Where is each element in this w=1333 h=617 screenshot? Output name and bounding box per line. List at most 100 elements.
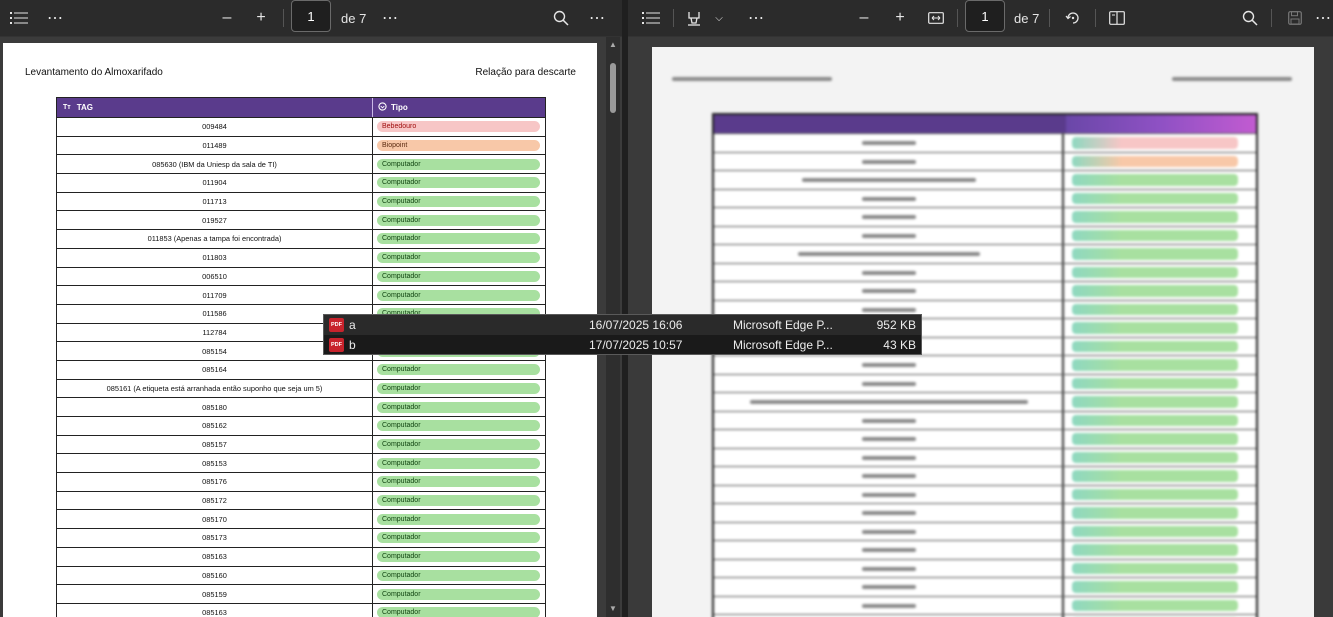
- chevron-down-icon[interactable]: ⌵: [712, 0, 726, 36]
- preview-row: [714, 225, 1256, 244]
- table-header: Tт TAG Tipo: [57, 98, 545, 117]
- tipo-badge: Computador: [377, 382, 540, 394]
- tag-cell: 085180: [57, 398, 373, 416]
- preview-row: [714, 466, 1256, 485]
- tipo-cell: Computador: [373, 510, 545, 528]
- pdf-file-icon: PDF: [329, 318, 344, 332]
- tag-cell: 085162: [57, 417, 373, 435]
- table-row: 011709 Computador: [57, 285, 545, 304]
- tipo-cell: Computador: [373, 193, 545, 211]
- tag-cell: 011709: [57, 286, 373, 304]
- right-pdf-viewer: ⌵ ⋯ – + 1 de 7 ⋯: [628, 0, 1333, 617]
- table-row: 011713 Computador: [57, 191, 545, 211]
- preview-row: [714, 503, 1256, 522]
- tag-cell: 011489: [57, 136, 373, 155]
- scroll-down-arrow-icon[interactable]: ▼: [608, 604, 618, 613]
- page-total-label: de 7: [1014, 10, 1040, 26]
- tipo-badge: Computador: [377, 177, 540, 189]
- table-row: 085164 Computador: [57, 359, 545, 379]
- page-number-input[interactable]: 1: [291, 0, 331, 32]
- file-type: Microsoft Edge P...: [733, 338, 833, 352]
- rotate-icon[interactable]: [1062, 0, 1084, 36]
- table-row: 019527 Computador: [57, 210, 545, 230]
- highlighter-icon[interactable]: [683, 0, 705, 36]
- table-row: 011853 (Apenas a tampa foi encontrada) Co…: [57, 229, 545, 248]
- toolbar-divider: [957, 9, 958, 27]
- search-icon[interactable]: [1239, 0, 1261, 36]
- preview-row: [714, 429, 1256, 448]
- file-list-popup: PDF a 16/07/2025 16:06 Microsoft Edge P... 9…: [323, 314, 922, 355]
- table-body: 009484 Bebedouro 011489 Biopoint 085630 (IBM…: [57, 117, 545, 617]
- tag-cell: 085164: [57, 360, 373, 379]
- tipo-badge: Biopoint: [377, 140, 540, 152]
- tipo-cell: Computador: [373, 604, 545, 617]
- tipo-badge: Computador: [377, 495, 540, 507]
- tipo-cell: Computador: [373, 155, 545, 173]
- tipo-cell: Computador: [373, 286, 545, 304]
- table-row: 009484 Bebedouro: [57, 117, 545, 136]
- table-row: 011803 Computador: [57, 247, 545, 267]
- toolbar-divider: [673, 9, 674, 27]
- file-list-item[interactable]: PDF a 16/07/2025 16:06 Microsoft Edge P... 9…: [324, 315, 921, 335]
- tag-cell: 085159: [57, 585, 373, 603]
- tipo-badge: Computador: [377, 513, 540, 525]
- tipo-cell: Computador: [373, 417, 545, 435]
- inventory-table: Tт TAG Tipo 009484 Bebedouro 011489 Biopoin…: [56, 97, 546, 617]
- table-row: 085180 Computador: [57, 397, 545, 416]
- zoom-in-button[interactable]: +: [251, 0, 271, 36]
- tipo-badge: Computador: [377, 439, 540, 451]
- tipo-badge: Computador: [377, 551, 540, 563]
- table-row: 006510 Computador: [57, 266, 545, 286]
- table-row: 085172 Computador: [57, 490, 545, 510]
- select-type-icon: [378, 102, 387, 113]
- preview-row: [714, 133, 1256, 152]
- file-list-item[interactable]: PDF b 17/07/2025 10:57 Microsoft Edge P... 4…: [324, 335, 921, 355]
- fit-width-icon[interactable]: [925, 0, 947, 36]
- preview-row: [714, 281, 1256, 300]
- tipo-cell: Computador: [373, 473, 545, 491]
- settings-more-icon[interactable]: ⋯: [586, 0, 608, 36]
- column-header-tipo-label: Tipo: [391, 103, 408, 112]
- preview-row: [714, 151, 1256, 170]
- preview-row: [714, 373, 1256, 392]
- preview-row: [714, 577, 1256, 596]
- file-date: 17/07/2025 10:57: [589, 338, 683, 352]
- file-name: a: [349, 318, 356, 332]
- tipo-cell: Computador: [373, 529, 545, 547]
- save-icon[interactable]: [1284, 0, 1306, 36]
- more-tools-icon[interactable]: ⋯: [379, 0, 401, 36]
- page-number-input[interactable]: 1: [965, 0, 1005, 32]
- table-row: 085173 Computador: [57, 528, 545, 547]
- zoom-out-button[interactable]: –: [854, 0, 874, 36]
- more-options-icon[interactable]: ⋯: [44, 0, 66, 36]
- column-header-tag: Tт TAG: [57, 98, 373, 117]
- tipo-badge: Computador: [377, 588, 540, 600]
- search-icon[interactable]: [550, 0, 572, 36]
- zoom-out-button[interactable]: –: [217, 0, 237, 36]
- preview-row: [714, 410, 1256, 429]
- scroll-up-arrow-icon[interactable]: ▲: [608, 40, 618, 49]
- scrollbar-thumb[interactable]: [610, 63, 616, 113]
- tag-cell: 085173: [57, 529, 373, 547]
- contents-list-icon[interactable]: [8, 0, 30, 36]
- left-toolbar: ⋯ – + 1 de 7 ⋯ ⋯: [0, 0, 622, 36]
- preview-row: [714, 207, 1256, 226]
- table-row: 085159 Computador: [57, 584, 545, 603]
- table-row: 011904 Computador: [57, 173, 545, 192]
- preview-row: [714, 484, 1256, 503]
- tipo-badge: Computador: [377, 569, 540, 581]
- toolbar-divider: [1049, 9, 1050, 27]
- settings-more-icon[interactable]: ⋯: [1314, 0, 1332, 36]
- zoom-in-button[interactable]: +: [890, 0, 910, 36]
- preview-row: [714, 447, 1256, 466]
- tag-cell: 085161 (A etiqueta está arranhada então …: [57, 379, 373, 398]
- tag-cell: 006510: [57, 267, 373, 286]
- tipo-cell: Bebedouro: [373, 118, 545, 136]
- tag-cell: 085176: [57, 473, 373, 491]
- page-view-icon[interactable]: [1106, 0, 1128, 36]
- tipo-badge: Computador: [377, 214, 540, 226]
- contents-list-icon[interactable]: [640, 0, 662, 36]
- more-options-icon[interactable]: ⋯: [745, 0, 767, 36]
- file-name: b: [349, 338, 356, 352]
- preview-row: [714, 392, 1256, 411]
